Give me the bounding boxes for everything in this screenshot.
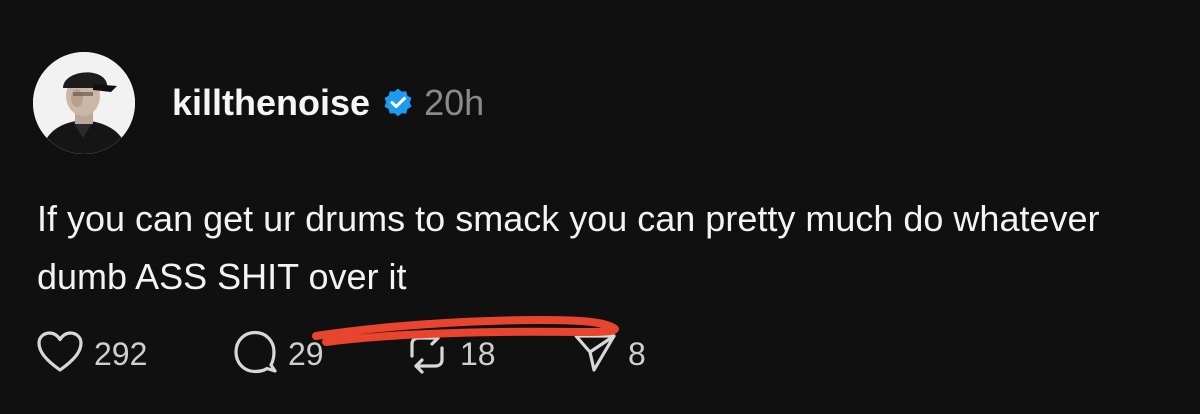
comment-bubble-icon — [232, 329, 278, 380]
action-bar: 292 29 18 8 — [36, 329, 692, 380]
repost-icon — [404, 329, 450, 379]
share-button[interactable]: 8 — [572, 330, 692, 379]
post-card: killthenoise 20h If you can get ur drums… — [0, 0, 1200, 414]
repost-count: 18 — [460, 335, 496, 372]
heart-icon — [36, 330, 84, 379]
repost-button[interactable]: 18 — [404, 329, 572, 379]
username[interactable]: killthenoise — [172, 82, 370, 124]
like-count: 292 — [94, 335, 148, 372]
send-icon — [572, 330, 618, 379]
post-timestamp: 20h — [424, 82, 485, 123]
comment-count: 29 — [288, 335, 324, 372]
comment-button[interactable]: 29 — [232, 329, 404, 380]
like-button[interactable]: 292 — [36, 330, 232, 379]
post-text: If you can get ur drums to smack you can… — [37, 198, 1100, 297]
avatar[interactable] — [33, 52, 135, 154]
verified-badge-icon — [382, 87, 414, 119]
post-header: killthenoise 20h — [172, 80, 484, 126]
share-count: 8 — [628, 335, 646, 372]
